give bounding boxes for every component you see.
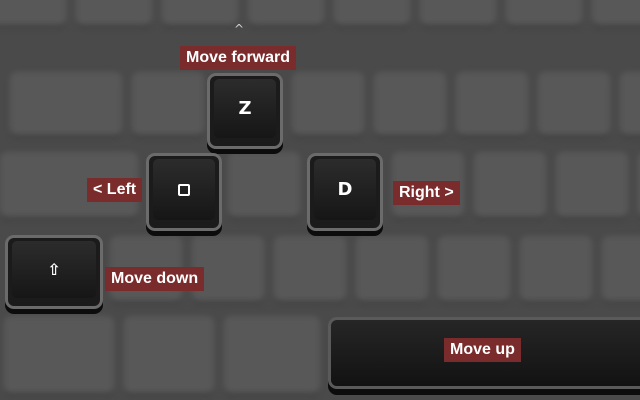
z-key[interactable]: Z <box>210 76 280 146</box>
q-key[interactable] <box>149 156 219 228</box>
shift-arrow-icon: ⇧ <box>47 260 61 279</box>
q-key-legend <box>178 183 190 196</box>
label-move-up: Move up <box>444 338 521 362</box>
d-key-legend: D <box>337 179 353 200</box>
label-left: < Left <box>87 178 143 202</box>
up-caret-icon: ^ <box>234 22 245 36</box>
label-move-forward: Move forward <box>180 46 297 70</box>
shift-key[interactable]: ⇧ <box>8 238 100 306</box>
d-key[interactable]: D <box>310 156 380 228</box>
z-key-legend: Z <box>238 98 252 119</box>
keyboard-controls-image: Z D ⇧ ^ Move forward < Left Right > Move… <box>0 0 640 400</box>
label-move-down: Move down <box>105 267 205 291</box>
label-right: Right > <box>393 181 460 205</box>
